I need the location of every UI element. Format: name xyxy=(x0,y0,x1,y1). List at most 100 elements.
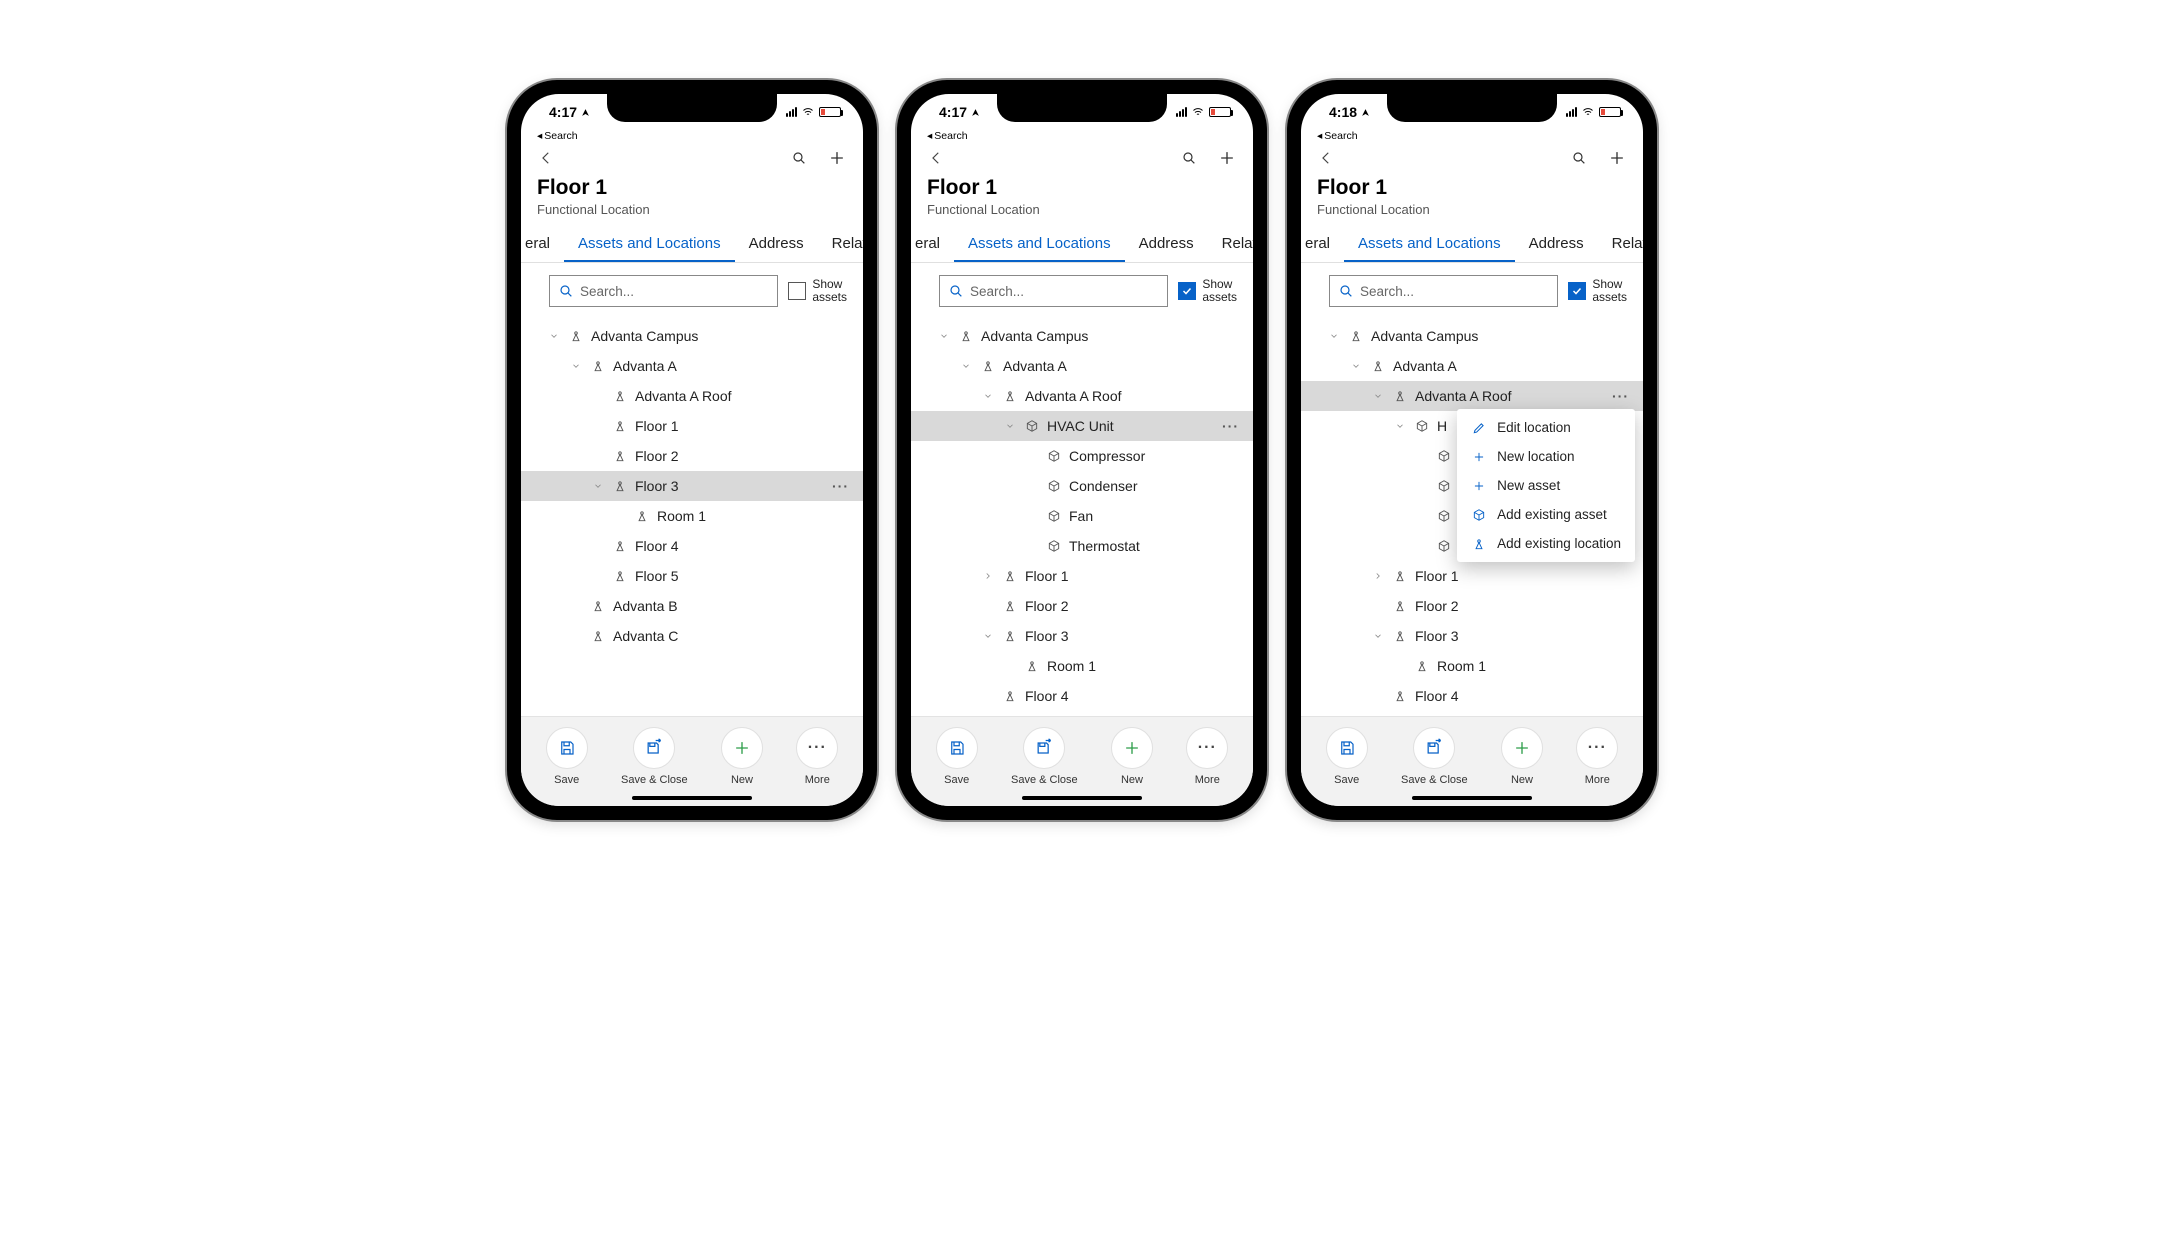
menu-item[interactable]: Add existing location xyxy=(1457,529,1635,558)
menu-item[interactable]: Edit location xyxy=(1457,413,1635,442)
tab-general[interactable]: eral xyxy=(1301,227,1344,262)
tree-row[interactable]: Floor 4 xyxy=(1301,681,1643,711)
search-icon[interactable] xyxy=(1571,150,1587,166)
chevron-down-icon[interactable] xyxy=(1373,391,1391,401)
save-button[interactable]: Save xyxy=(546,727,588,786)
chevron-down-icon[interactable] xyxy=(1373,631,1391,641)
tree-row[interactable]: Floor 2 xyxy=(1301,591,1643,621)
save-close-button[interactable]: Save & Close xyxy=(1011,727,1078,786)
add-icon[interactable] xyxy=(1607,148,1627,168)
back-button[interactable] xyxy=(927,149,945,167)
tree-row[interactable]: HVAC Unit··· xyxy=(911,411,1253,441)
tree-row[interactable]: Advanta A Roof··· xyxy=(1301,381,1643,411)
row-more-icon[interactable]: ··· xyxy=(1222,418,1239,434)
save-button[interactable]: Save xyxy=(1326,727,1368,786)
tree-row[interactable]: Floor 3 xyxy=(1301,621,1643,651)
tab-address[interactable]: Address xyxy=(1515,227,1598,262)
tree-row[interactable]: Advanta Campus xyxy=(521,321,863,351)
chevron-down-icon[interactable] xyxy=(1395,421,1413,431)
tab-general[interactable]: eral xyxy=(521,227,564,262)
back-to-search[interactable]: ◂Search xyxy=(911,130,1253,142)
row-more-icon[interactable]: ··· xyxy=(832,478,849,494)
tab-address[interactable]: Address xyxy=(735,227,818,262)
row-more-icon[interactable]: ··· xyxy=(1612,388,1629,404)
more-button[interactable]: ···More xyxy=(796,727,838,786)
chevron-down-icon[interactable] xyxy=(983,391,1001,401)
tree-row[interactable]: Advanta A xyxy=(1301,351,1643,381)
tree-row[interactable]: Room 1 xyxy=(521,501,863,531)
add-icon[interactable] xyxy=(1217,148,1237,168)
tree-row[interactable]: Floor 1 xyxy=(911,561,1253,591)
tab-address[interactable]: Address xyxy=(1125,227,1208,262)
tree-row[interactable]: Advanta A xyxy=(911,351,1253,381)
tree-row[interactable]: Advanta A Roof xyxy=(521,381,863,411)
more-button[interactable]: ···More xyxy=(1186,727,1228,786)
chevron-right-icon[interactable] xyxy=(1373,571,1391,581)
new-button[interactable]: New xyxy=(1111,727,1153,786)
add-icon[interactable] xyxy=(827,148,847,168)
save-close-button[interactable]: Save & Close xyxy=(621,727,688,786)
menu-item-label: Add existing location xyxy=(1497,536,1621,551)
tab-related[interactable]: Relate xyxy=(1598,227,1643,262)
tab-related[interactable]: Relate xyxy=(818,227,863,262)
tree-row[interactable]: Thermostat xyxy=(911,531,1253,561)
tree-row[interactable]: Floor 3··· xyxy=(521,471,863,501)
back-button[interactable] xyxy=(537,149,555,167)
menu-item[interactable]: New location xyxy=(1457,442,1635,471)
tree-row[interactable]: Floor 5 xyxy=(521,561,863,591)
chevron-down-icon[interactable] xyxy=(1351,361,1369,371)
chevron-down-icon[interactable] xyxy=(571,361,589,371)
tree-row[interactable]: Floor 4 xyxy=(521,531,863,561)
tree-row[interactable]: Advanta A Roof xyxy=(911,381,1253,411)
tab-assets-locations[interactable]: Assets and Locations xyxy=(954,227,1125,262)
menu-item[interactable]: Add existing asset xyxy=(1457,500,1635,529)
tree-row[interactable]: Advanta A xyxy=(521,351,863,381)
chevron-down-icon[interactable] xyxy=(983,631,1001,641)
search-input[interactable]: Search... xyxy=(1329,275,1558,307)
tree-row[interactable]: Fan xyxy=(911,501,1253,531)
chevron-down-icon[interactable] xyxy=(1329,331,1347,341)
tree-row[interactable]: Room 1 xyxy=(911,651,1253,681)
show-assets-checkbox[interactable] xyxy=(1568,282,1586,300)
tree-label: Advanta Campus xyxy=(591,328,698,344)
tree-row[interactable]: Compressor xyxy=(911,441,1253,471)
back-button[interactable] xyxy=(1317,149,1335,167)
tree-row[interactable]: Advanta B xyxy=(521,591,863,621)
tab-general[interactable]: eral xyxy=(911,227,954,262)
tree-row[interactable]: Floor 4 xyxy=(911,681,1253,711)
search-input[interactable]: Search... xyxy=(939,275,1168,307)
tree-row[interactable]: Floor 2 xyxy=(521,441,863,471)
tab-related[interactable]: Relate xyxy=(1208,227,1253,262)
back-to-search[interactable]: ◂Search xyxy=(521,130,863,142)
new-button[interactable]: New xyxy=(1501,727,1543,786)
tree-row[interactable]: Floor 1 xyxy=(521,411,863,441)
search-icon[interactable] xyxy=(1181,150,1197,166)
chevron-down-icon[interactable] xyxy=(961,361,979,371)
chevron-down-icon[interactable] xyxy=(1005,421,1023,431)
tree-row[interactable]: Floor 3 xyxy=(911,621,1253,651)
tree-row[interactable]: Advanta Campus xyxy=(911,321,1253,351)
tree-row[interactable]: Room 1 xyxy=(1301,651,1643,681)
tab-assets-locations[interactable]: Assets and Locations xyxy=(1344,227,1515,262)
chevron-down-icon[interactable] xyxy=(593,481,611,491)
search-input[interactable]: Search... xyxy=(549,275,778,307)
tree-row[interactable]: Condenser xyxy=(911,471,1253,501)
new-button[interactable]: New xyxy=(721,727,763,786)
show-assets-checkbox[interactable] xyxy=(1178,282,1196,300)
save-close-button[interactable]: Save & Close xyxy=(1401,727,1468,786)
tree-row[interactable]: Advanta Campus xyxy=(1301,321,1643,351)
chevron-down-icon[interactable] xyxy=(939,331,957,341)
show-assets-checkbox[interactable] xyxy=(788,282,806,300)
search-icon[interactable] xyxy=(791,150,807,166)
chevron-right-icon[interactable] xyxy=(983,571,1001,581)
more-button[interactable]: ···More xyxy=(1576,727,1618,786)
save-button[interactable]: Save xyxy=(936,727,978,786)
tree-row[interactable]: Floor 1 xyxy=(1301,561,1643,591)
search-icon xyxy=(948,283,964,299)
tree-row[interactable]: Floor 2 xyxy=(911,591,1253,621)
tree-row[interactable]: Advanta C xyxy=(521,621,863,651)
chevron-down-icon[interactable] xyxy=(549,331,567,341)
back-to-search[interactable]: ◂Search xyxy=(1301,130,1643,142)
tab-assets-locations[interactable]: Assets and Locations xyxy=(564,227,735,262)
menu-item[interactable]: New asset xyxy=(1457,471,1635,500)
